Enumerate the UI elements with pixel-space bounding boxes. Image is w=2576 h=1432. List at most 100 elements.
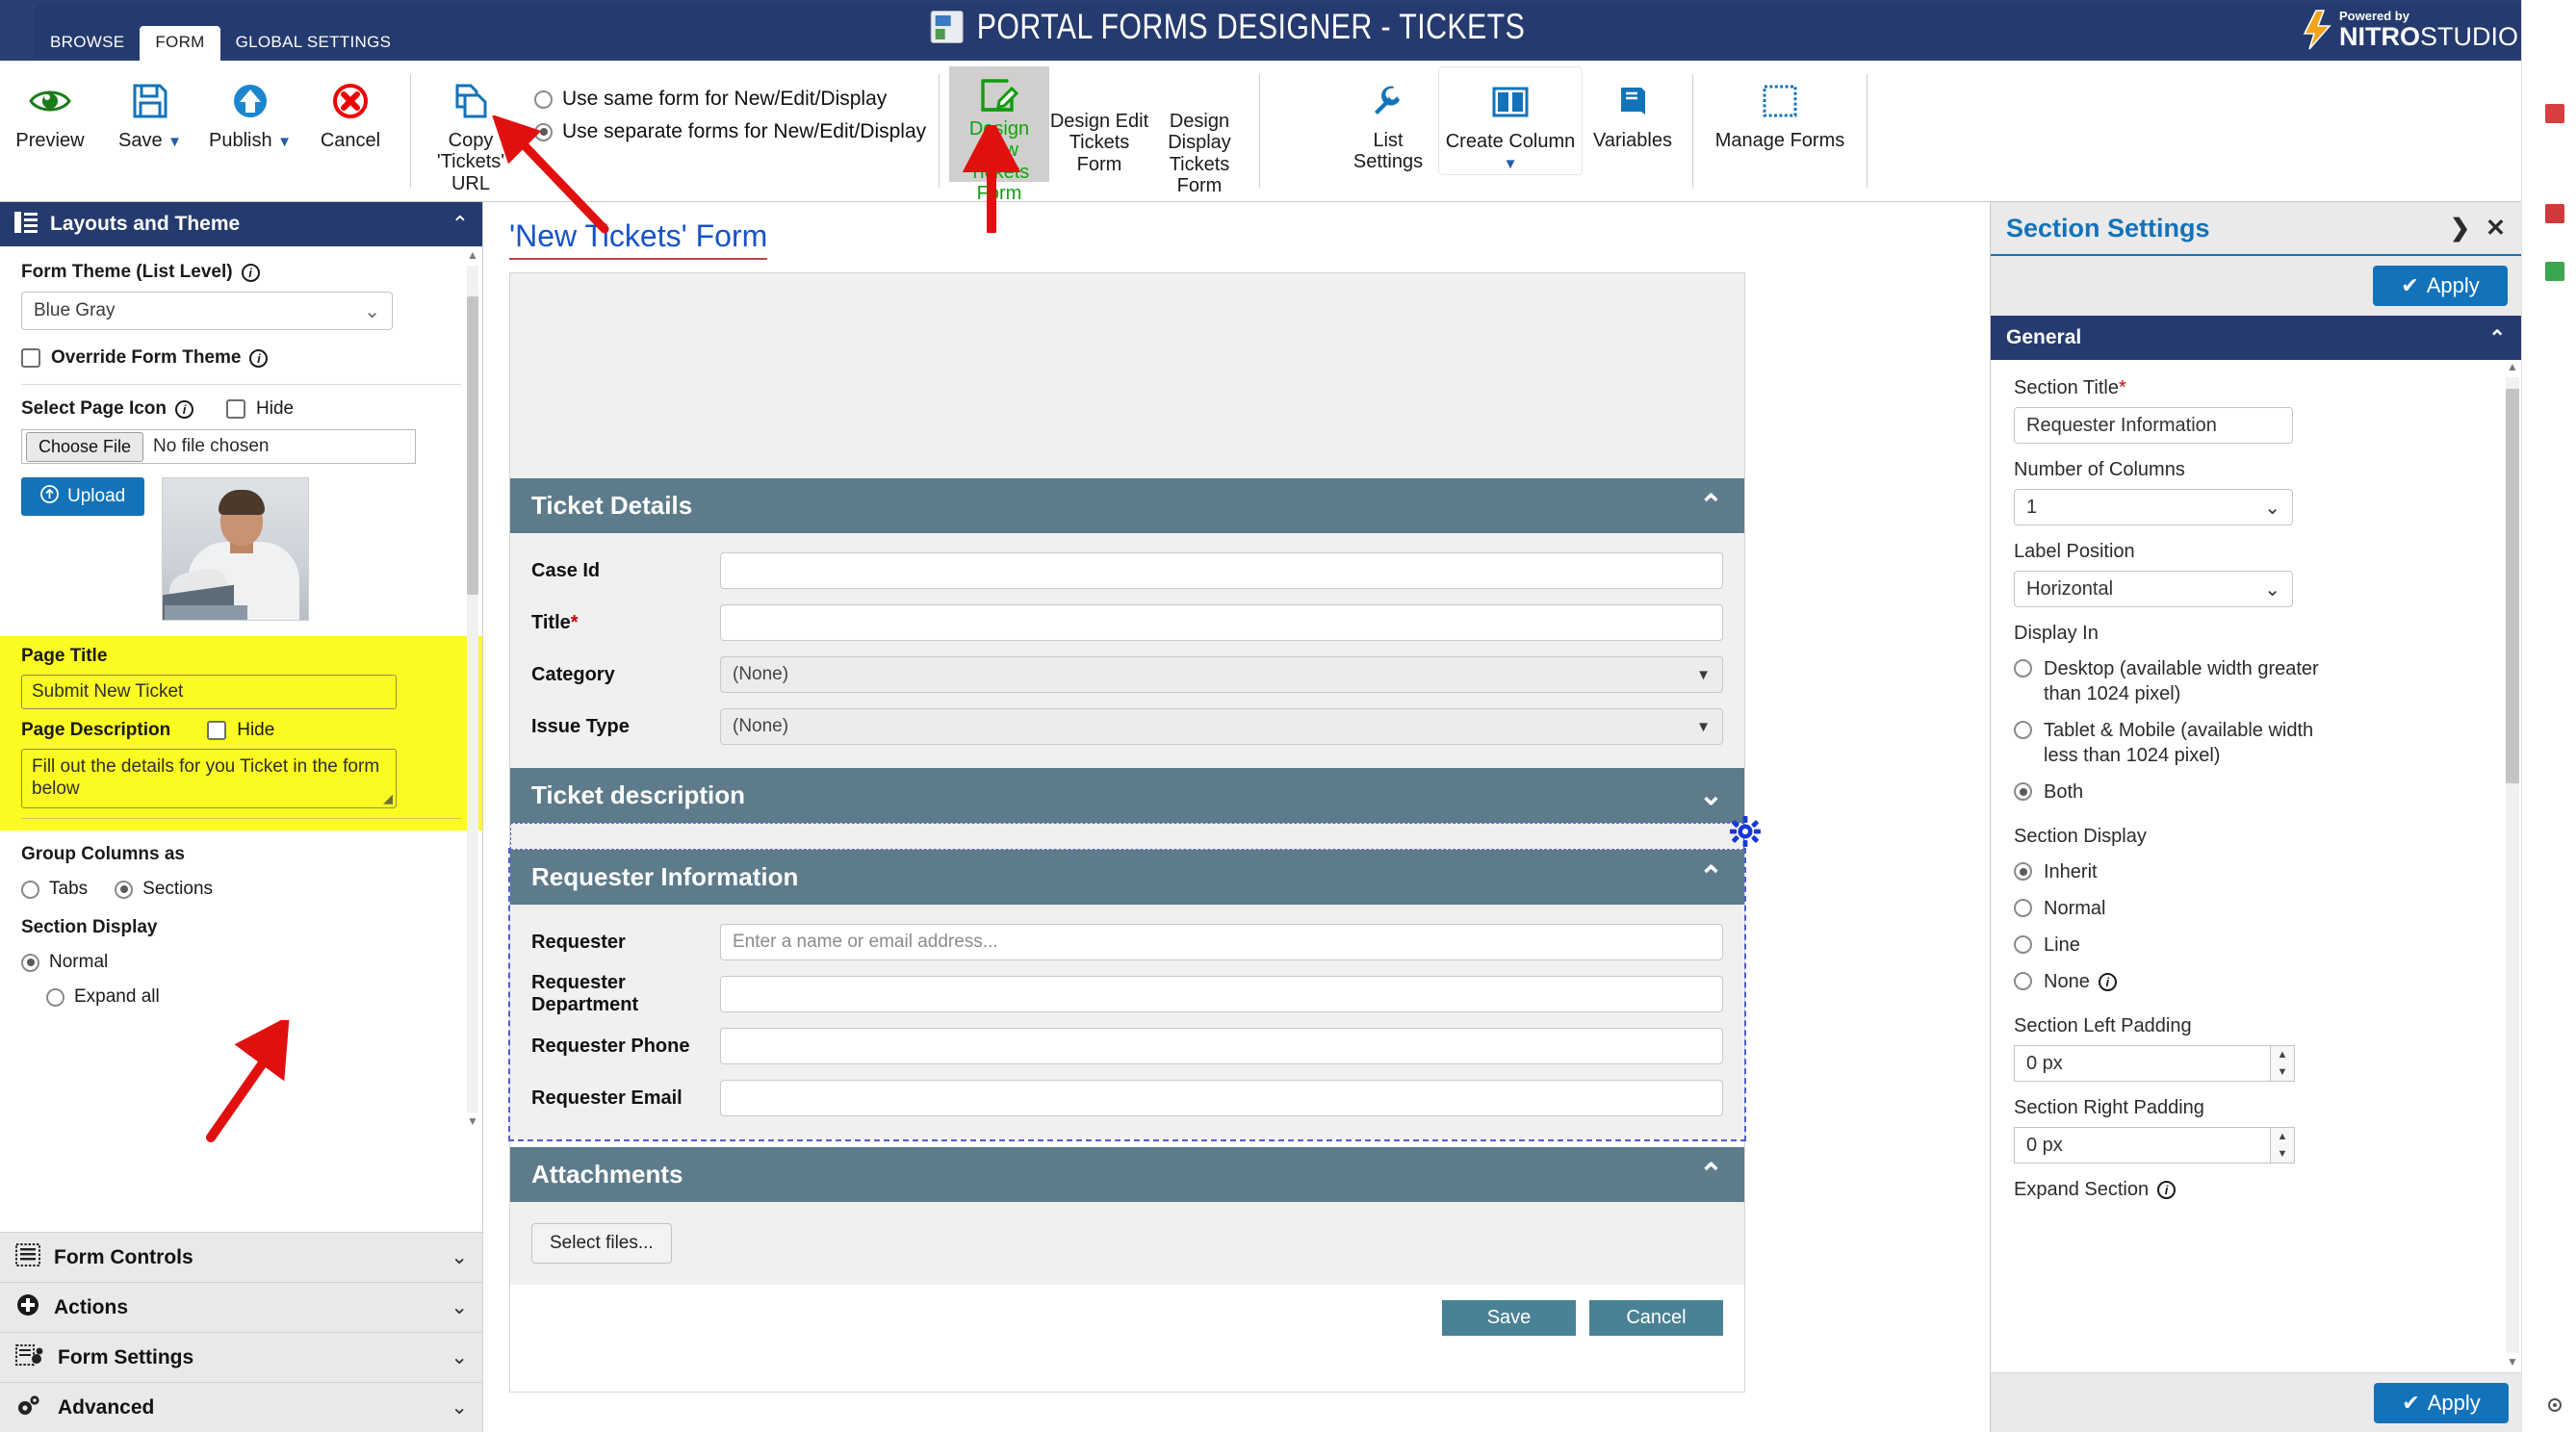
info-icon[interactable]: i [2098, 972, 2117, 991]
list-settings-button[interactable]: List Settings [1338, 66, 1438, 173]
chevron-down-icon[interactable]: ⌄ [451, 1245, 468, 1269]
radio-button-none[interactable] [2014, 972, 2032, 990]
layouts-and-theme-header[interactable]: Layouts and Theme ⌃ [0, 202, 482, 246]
section-left-padding-stepper[interactable]: 0 px ▲ ▼ [2014, 1045, 2295, 1082]
strip-icon-3[interactable] [2543, 260, 2568, 285]
field-input-requester-phone[interactable] [720, 1028, 1723, 1064]
cancel-button[interactable]: Cancel [300, 66, 400, 151]
design-display-tickets-form-button[interactable]: Design Display Tickets Form [1149, 66, 1249, 197]
form-theme-select[interactable]: Blue Gray ⌄ [21, 292, 393, 330]
section-header-ticket-description[interactable]: Ticket description ⌄ [510, 768, 1744, 823]
display-in-option-both[interactable]: Both [2014, 780, 2498, 805]
radio-button-same[interactable] [534, 90, 553, 109]
display-in-option-tablet-mobile[interactable]: Tablet & Mobile (available width less th… [2014, 718, 2498, 768]
chevron-down-icon[interactable]: ⌄ [451, 1345, 468, 1369]
section-header-ticket-details[interactable]: Ticket Details ⌃ [510, 478, 1744, 533]
form-mode-radio-group[interactable]: Use same form for New/Edit/Display Use s… [521, 66, 926, 143]
scroll-up-arrow-icon[interactable]: ▲ [467, 248, 478, 264]
section-display-option-line[interactable]: Line [2014, 933, 2498, 958]
form-cancel-button[interactable]: Cancel [1589, 1300, 1723, 1336]
section-display-option-normal[interactable]: Normal [2014, 896, 2498, 921]
section-right-padding-input[interactable]: 0 px [2014, 1127, 2270, 1164]
section-drop-strip[interactable] [510, 823, 1744, 850]
canvas-empty-header-zone[interactable] [510, 273, 1744, 478]
radio-button-both[interactable] [2014, 782, 2032, 801]
strip-icon-1[interactable] [2543, 102, 2568, 127]
page-title-input[interactable]: Submit New Ticket [21, 675, 397, 709]
label-position-select[interactable]: Horizontal ⌄ [2014, 571, 2293, 607]
design-edit-tickets-form-button[interactable]: Design Edit Tickets Form [1049, 66, 1149, 175]
create-column-button[interactable]: Create Column ▼ [1438, 66, 1583, 175]
field-input-case-id[interactable] [720, 552, 1723, 589]
info-icon[interactable]: i [241, 263, 260, 282]
form-save-button[interactable]: Save [1442, 1300, 1576, 1336]
radio-button-desktop[interactable] [2014, 659, 2032, 678]
section-right-padding-stepper[interactable]: 0 px ▲ ▼ [2014, 1127, 2295, 1164]
hide-page-icon-row[interactable]: Hide [226, 398, 294, 420]
chevron-right-icon[interactable]: ❯ [2450, 214, 2470, 243]
selected-section-requester-information[interactable]: Requester Information ⌃ Requester Enter … [508, 848, 1746, 1141]
strip-icon-2[interactable] [2543, 202, 2568, 227]
apply-button-bottom[interactable]: ✔ Apply [2374, 1382, 2509, 1423]
chevron-down-icon[interactable]: ⌄ [451, 1295, 468, 1319]
radio-button-normal[interactable] [21, 953, 39, 972]
copy-tickets-url-button[interactable]: Copy 'Tickets' URL [421, 66, 521, 194]
section-display-option-none[interactable]: None i [2014, 969, 2498, 994]
radio-button-separate[interactable] [534, 122, 553, 141]
upload-button[interactable]: Upload [21, 477, 145, 516]
hide-page-icon-checkbox[interactable] [226, 399, 246, 419]
page-icon-file-input[interactable]: Choose File No file chosen [21, 429, 416, 464]
chevron-up-icon[interactable]: ⌃ [1699, 860, 1723, 894]
accordion-advanced[interactable]: Advanced ⌄ [0, 1382, 482, 1432]
ribbon-tab-bar[interactable]: BROWSE FORM GLOBAL SETTINGS [35, 26, 407, 61]
field-select-category[interactable]: (None) ▼ [720, 656, 1723, 693]
chevron-down-icon[interactable]: ▼ [277, 134, 292, 150]
scroll-down-arrow-icon[interactable]: ▼ [2506, 1355, 2519, 1370]
strip-settings-gear-icon[interactable] [2543, 1394, 2568, 1419]
chevron-up-icon[interactable]: ⌃ [1699, 489, 1723, 523]
choose-file-button[interactable]: Choose File [26, 431, 144, 462]
radio-button-tabs[interactable] [21, 880, 39, 899]
field-select-issue-type[interactable]: (None) ▼ [720, 708, 1723, 745]
field-input-requester-department[interactable] [720, 976, 1723, 1012]
section-header-requester-information[interactable]: Requester Information ⌃ [510, 850, 1744, 905]
group-columns-sections-option[interactable]: Sections [115, 879, 213, 900]
override-form-theme-checkbox[interactable] [21, 348, 40, 368]
chevron-down-icon[interactable]: ⌄ [1699, 779, 1723, 812]
number-of-columns-select[interactable]: 1 ⌄ [2014, 489, 2293, 525]
field-input-requester[interactable]: Enter a name or email address... [720, 924, 1723, 960]
accordion-form-settings[interactable]: Form Settings ⌄ [0, 1332, 482, 1382]
chevron-down-icon[interactable]: ▼ [1504, 156, 1518, 172]
group-columns-tabs-option[interactable]: Tabs [21, 879, 88, 900]
scroll-up-arrow-icon[interactable]: ▲ [2506, 360, 2519, 375]
tab-global-settings[interactable]: GLOBAL SETTINGS [220, 26, 407, 61]
close-icon[interactable]: ✕ [2486, 214, 2506, 243]
section-display-normal-option[interactable]: Normal [21, 952, 461, 973]
field-input-title[interactable] [720, 604, 1723, 641]
general-group-header[interactable]: General ⌃ [1991, 316, 2521, 360]
stepper-up-icon[interactable]: ▲ [2271, 1128, 2294, 1145]
section-settings-gear-icon[interactable] [1727, 813, 1764, 850]
radio-button-normal-right[interactable] [2014, 899, 2032, 917]
variables-button[interactable]: Variables [1583, 66, 1683, 151]
preview-button[interactable]: Preview [0, 66, 100, 151]
select-files-button[interactable]: Select files... [531, 1223, 672, 1264]
stepper-up-icon[interactable]: ▲ [2271, 1046, 2294, 1063]
chevron-down-icon[interactable]: ▼ [167, 134, 182, 150]
save-button[interactable]: Save ▼ [100, 66, 200, 151]
accordion-actions[interactable]: Actions ⌄ [0, 1282, 482, 1332]
tab-form[interactable]: FORM [140, 26, 220, 61]
chevron-up-icon[interactable]: ⌃ [2488, 326, 2506, 350]
radio-button-sections[interactable] [115, 880, 134, 899]
chevron-up-icon[interactable]: ⌃ [451, 212, 469, 237]
design-new-tickets-form-button[interactable]: Design New Tickets Form [949, 66, 1049, 204]
scrollbar-thumb[interactable] [2506, 389, 2519, 783]
field-input-requester-email[interactable] [720, 1080, 1723, 1116]
section-left-padding-input[interactable]: 0 px [2014, 1045, 2270, 1082]
info-icon[interactable]: i [175, 399, 194, 419]
publish-button[interactable]: Publish ▼ [200, 66, 300, 151]
section-title-input[interactable]: Requester Information [2014, 407, 2293, 444]
page-description-textarea[interactable]: Fill out the details for you Ticket in t… [21, 749, 397, 808]
radio-button-expand-all[interactable] [46, 987, 64, 1007]
radio-use-same-form[interactable]: Use same form for New/Edit/Display [534, 88, 926, 111]
